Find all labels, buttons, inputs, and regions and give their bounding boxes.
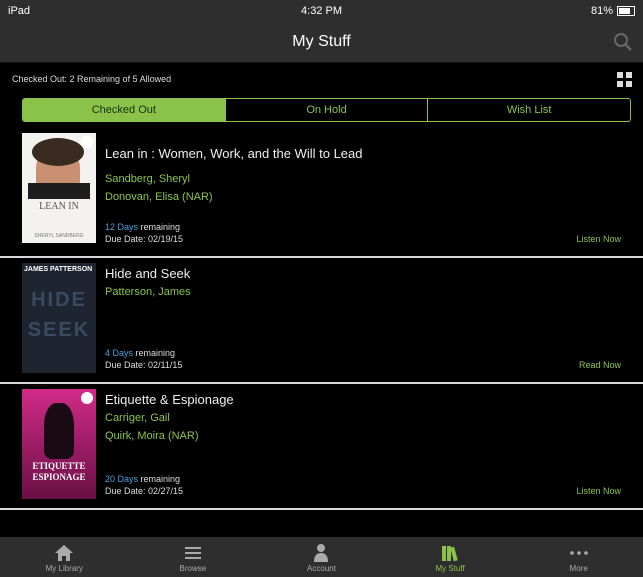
- tab-label: My Library: [45, 564, 83, 573]
- due-date: Due Date: 02/19/15: [105, 234, 184, 244]
- book-title[interactable]: Hide and Seek: [105, 266, 190, 281]
- due-date: Due Date: 02/27/15: [105, 486, 184, 496]
- status-bar: iPad 4:32 PM 81%: [0, 0, 643, 22]
- tab-more[interactable]: More: [514, 537, 643, 577]
- search-icon[interactable]: [613, 32, 633, 52]
- cover-author-text: SHERYL SANDBERG: [34, 233, 84, 239]
- due-date: Due Date: 02/11/15: [105, 360, 183, 370]
- cover-title-text: ETIQUETTE ESPIONAGE: [32, 461, 86, 482]
- tab-account[interactable]: Account: [257, 537, 386, 577]
- tab-on-hold[interactable]: On Hold: [226, 99, 429, 121]
- tab-my-library[interactable]: My Library: [0, 537, 129, 577]
- tab-label: Account: [307, 564, 336, 573]
- tab-my-stuff[interactable]: My Stuff: [386, 537, 515, 577]
- tab-wish-list[interactable]: Wish List: [428, 99, 630, 121]
- page-title: My Stuff: [292, 33, 351, 50]
- home-icon: [55, 545, 74, 561]
- book-title[interactable]: Lean in : Women, Work, and the Will to L…: [105, 146, 363, 161]
- segmented-control: Checked Out On Hold Wish List: [22, 98, 631, 122]
- author-link[interactable]: Patterson, James: [105, 286, 191, 298]
- more-icon: [569, 551, 588, 555]
- tab-browse[interactable]: Browse: [129, 537, 258, 577]
- tab-bar: My Library Browse Account My Stuff More: [0, 537, 643, 577]
- battery-icon: [617, 6, 635, 16]
- book-cover[interactable]: ETIQUETTE ESPIONAGE: [22, 389, 96, 499]
- tab-label: Browse: [179, 564, 207, 573]
- cover-author-text: JAMES PATTERSON: [24, 266, 93, 273]
- battery-status: 81%: [591, 5, 635, 17]
- remaining-label: remaining: [140, 474, 181, 484]
- days-remaining: 20 Days remaining: [105, 474, 180, 484]
- listen-now-button[interactable]: Listen Now: [576, 234, 621, 244]
- read-now-button[interactable]: Read Now: [579, 360, 621, 370]
- list-item[interactable]: LEAN IN SHERYL SANDBERG Lean in : Women,…: [0, 128, 643, 258]
- days-remaining: 4 Days remaining: [105, 348, 175, 358]
- author-link[interactable]: Sandberg, Sheryl: [105, 173, 190, 185]
- narrator-link[interactable]: Donovan, Elisa (NAR): [105, 191, 213, 203]
- book-title[interactable]: Etiquette & Espionage: [105, 392, 234, 407]
- book-cover[interactable]: LEAN IN SHERYL SANDBERG: [22, 133, 96, 243]
- remaining-label: remaining: [135, 348, 176, 358]
- narrator-link[interactable]: Quirk, Moira (NAR): [105, 430, 199, 442]
- cover-title-text: HIDE SEEK: [27, 289, 91, 341]
- list-item[interactable]: JAMES PATTERSON HIDE SEEK Hide and Seek …: [0, 258, 643, 384]
- summary-row: Checked Out: 2 Remaining of 5 Allowed: [0, 62, 643, 96]
- tab-label: My Stuff: [435, 564, 465, 573]
- list-item[interactable]: ETIQUETTE ESPIONAGE Etiquette & Espionag…: [0, 384, 643, 510]
- remaining-label: remaining: [140, 222, 181, 232]
- tab-label: More: [569, 564, 588, 573]
- headphones-icon: [81, 392, 93, 404]
- books-icon: [442, 546, 458, 562]
- days-count: 20 Days: [105, 474, 139, 484]
- grid-view-icon[interactable]: [617, 72, 633, 88]
- battery-percent: 81%: [590, 5, 613, 17]
- book-cover[interactable]: JAMES PATTERSON HIDE SEEK: [22, 263, 96, 373]
- days-remaining: 12 Days remaining: [105, 222, 180, 232]
- cover-title-text: LEAN IN: [39, 201, 79, 212]
- nav-bar: My Stuff: [0, 22, 643, 63]
- tab-checked-out[interactable]: Checked Out: [23, 99, 226, 121]
- checkout-summary: Checked Out: 2 Remaining of 5 Allowed: [12, 74, 172, 84]
- person-icon: [314, 544, 329, 562]
- list-icon: [184, 547, 201, 559]
- headphones-icon: [81, 136, 93, 148]
- clock: 4:32 PM: [301, 5, 342, 17]
- days-count: 4 Days: [105, 348, 134, 358]
- author-link[interactable]: Carriger, Gail: [105, 412, 170, 424]
- days-count: 12 Days: [105, 222, 139, 232]
- listen-now-button[interactable]: Listen Now: [576, 486, 621, 496]
